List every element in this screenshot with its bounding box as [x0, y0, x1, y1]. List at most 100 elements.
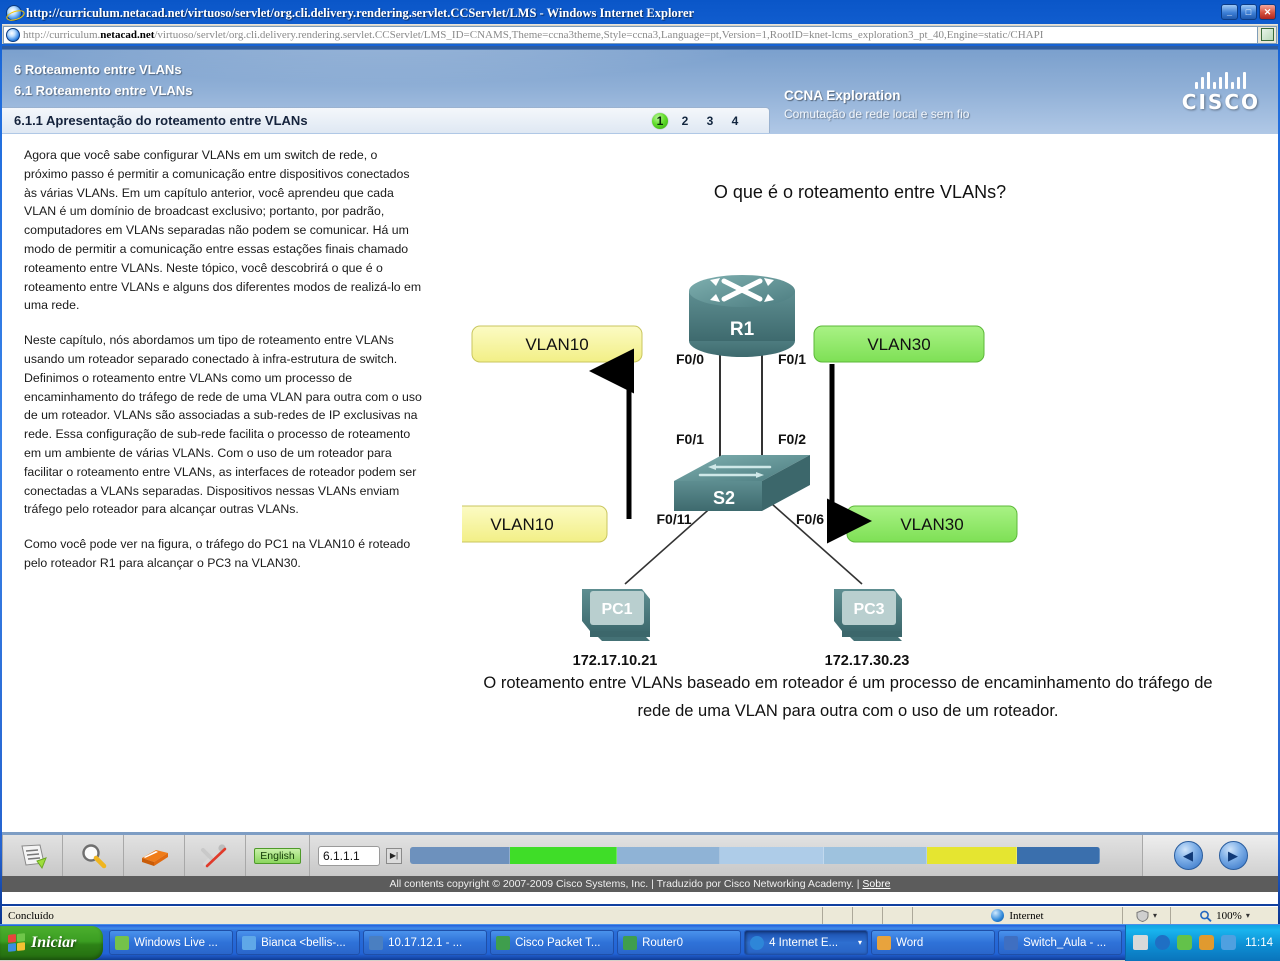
- taskbar-item-4[interactable]: Router0: [617, 930, 742, 955]
- progress-segment-5: [823, 847, 928, 864]
- globe-icon: [991, 909, 1005, 922]
- progress-segment-6: [927, 847, 1018, 864]
- taskbar-item-5[interactable]: 4 Internet E... ▾: [744, 930, 869, 955]
- brand-subtitle: Comutação de rede local e sem fio: [784, 107, 970, 121]
- pc1-ip-label: 172.17.10.21: [573, 653, 658, 669]
- zoom-control[interactable]: 100% ▾: [1170, 906, 1278, 925]
- taskbar-item-label: Cisco Packet T...: [515, 936, 601, 949]
- page-content: 6 Roteamento entre VLANs 6.1 Roteamento …: [2, 46, 1278, 904]
- volume-icon[interactable]: [1199, 935, 1215, 950]
- taskbar-item-icon: [496, 935, 511, 950]
- language-label: English: [254, 847, 301, 864]
- taskbar-item-2[interactable]: 10.17.12.1 - ...: [363, 930, 488, 955]
- lesson-text-column: Agora que você sabe configurar VLANs em …: [2, 134, 442, 876]
- figure-column: O que é o roteamento entre VLANs? R1 S2 …: [442, 134, 1278, 876]
- progress-bar[interactable]: [410, 847, 1100, 864]
- tools-button[interactable]: [185, 835, 246, 876]
- pc3-ip-label: 172.17.30.23: [825, 653, 910, 669]
- router-port-left-label: F0/0: [676, 351, 704, 367]
- pager-page-1[interactable]: 1: [652, 112, 668, 129]
- zoom-caret[interactable]: ▾: [1246, 911, 1250, 920]
- book-icon: [142, 849, 168, 866]
- previous-page-button[interactable]: ◀: [1173, 841, 1203, 870]
- switch-label: S2: [713, 488, 735, 508]
- cisco-logo: CISCO: [1182, 72, 1260, 114]
- taskbar-item-6[interactable]: Word: [871, 930, 996, 955]
- internet-explorer-icon: [6, 5, 22, 21]
- url-suffix: /virtuoso/servlet/org.cli.delivery.rende…: [154, 28, 1044, 41]
- vlan-top-right-label: VLAN30: [867, 335, 930, 354]
- page-number-input[interactable]: 6.1.1.1: [318, 845, 380, 866]
- progress-segment-2: [510, 847, 617, 864]
- taskbar-item-label: Switch_Aula - ...: [1023, 936, 1107, 949]
- security-zone-label: Internet: [1009, 909, 1044, 922]
- go-button[interactable]: [1257, 25, 1277, 44]
- minimize-button[interactable]: _: [1221, 4, 1238, 20]
- protected-mode-caret[interactable]: ▾: [1153, 911, 1157, 920]
- breadcrumb-level-1[interactable]: 6 Roteamento entre VLANs: [14, 59, 770, 80]
- pager-page-4[interactable]: 4: [727, 114, 743, 128]
- start-label: Iniciar: [31, 933, 77, 951]
- breadcrumb: 6 Roteamento entre VLANs 6.1 Roteamento …: [2, 50, 770, 108]
- vlan-box-top-right: VLAN30: [813, 325, 985, 363]
- pager-page-3[interactable]: 3: [702, 114, 718, 128]
- pager-page-2[interactable]: 2: [677, 114, 693, 128]
- taskbar-item-label: Router0: [642, 936, 683, 949]
- vlan-top-left-label: VLAN10: [525, 335, 588, 354]
- address-bar: http://curriculum.netacad.net/virtuoso/s…: [2, 24, 1278, 44]
- shield-icon: [1136, 909, 1149, 922]
- router-icon: R1: [689, 275, 795, 357]
- vlan-bottom-left-label: VLAN10: [490, 515, 553, 534]
- copyright-text: All contents copyright © 2007-2009 Cisco…: [389, 878, 860, 890]
- taskbar-item-label: Windows Live ...: [134, 936, 218, 949]
- progress-segment-3: [616, 847, 721, 864]
- keyboard-icon[interactable]: [1133, 935, 1149, 950]
- taskbar-item-caret[interactable]: ▾: [858, 938, 862, 947]
- address-input[interactable]: http://curriculum.netacad.net/virtuoso/s…: [3, 25, 1257, 44]
- glossary-button[interactable]: [124, 835, 185, 876]
- pc1-icon: PC1: [582, 589, 650, 641]
- notes-button[interactable]: [2, 835, 63, 876]
- start-button[interactable]: Iniciar: [0, 925, 104, 960]
- progress-segment-4: [720, 847, 824, 864]
- status-spacer-1: [822, 906, 852, 925]
- taskbar-item-7[interactable]: Switch_Aula - ...: [998, 930, 1123, 955]
- maximize-button[interactable]: □: [1240, 4, 1257, 20]
- vlan-bottom-right-label: VLAN30: [900, 515, 963, 534]
- cisco-bridge-icon: [1182, 72, 1260, 89]
- magnifier-icon: [82, 843, 107, 868]
- system-tray: 11:14: [1125, 924, 1280, 961]
- network-icon[interactable]: [1221, 935, 1237, 950]
- search-button[interactable]: [63, 835, 124, 876]
- figure-caption: O roteamento entre VLANs baseado em rote…: [483, 674, 1213, 720]
- network-diagram: R1 S2 PC1 172.17.10.21 PC3 172.17.30.23 …: [462, 275, 1018, 669]
- language-selector[interactable]: English: [246, 835, 310, 876]
- security-zone[interactable]: Internet: [912, 906, 1122, 925]
- lesson-paragraph-2: Neste capítulo, nós abordamos um tipo de…: [24, 333, 422, 517]
- address-url-text: http://curriculum.netacad.net/virtuoso/s…: [23, 29, 1043, 41]
- copyright-bar: All contents copyright © 2007-2009 Cisco…: [2, 876, 1278, 892]
- about-link[interactable]: Sobre: [862, 878, 890, 890]
- window-controls: _ □ ✕: [1221, 4, 1276, 20]
- breadcrumb-level-2[interactable]: 6.1 Roteamento entre VLANs: [14, 80, 770, 101]
- taskbar-item-label: 4 Internet E...: [769, 936, 839, 949]
- antivirus-icon[interactable]: [1177, 935, 1193, 950]
- vlan-box-top-left: VLAN10: [471, 325, 643, 363]
- taskbar-item-icon: [242, 935, 257, 950]
- close-button[interactable]: ✕: [1259, 4, 1276, 20]
- next-page-button[interactable]: ▶: [1218, 841, 1248, 870]
- taskbar-item-3[interactable]: Cisco Packet T...: [490, 930, 615, 955]
- lesson-paragraph-3: Como você pode ver na figura, o tráfego …: [24, 537, 411, 570]
- show-hidden-icons-icon[interactable]: [1155, 935, 1171, 950]
- taskbar-item-icon: [877, 935, 892, 950]
- taskbar-item-icon: [369, 935, 384, 950]
- pc1-label: PC1: [601, 601, 632, 618]
- taskbar-item-icon: [623, 935, 638, 950]
- taskbar-item-label: Word: [896, 936, 924, 949]
- browser-status-bar: Concluído Internet ▾ 100% ▾: [2, 906, 1278, 925]
- taskbar-item-1[interactable]: Bianca <bellis-...: [236, 930, 361, 955]
- page-next-button[interactable]: ▶|: [386, 847, 402, 864]
- protected-mode-indicator[interactable]: ▾: [1122, 906, 1170, 925]
- taskbar-clock[interactable]: 11:14: [1245, 937, 1273, 949]
- taskbar-item-0[interactable]: Windows Live ...: [109, 930, 234, 955]
